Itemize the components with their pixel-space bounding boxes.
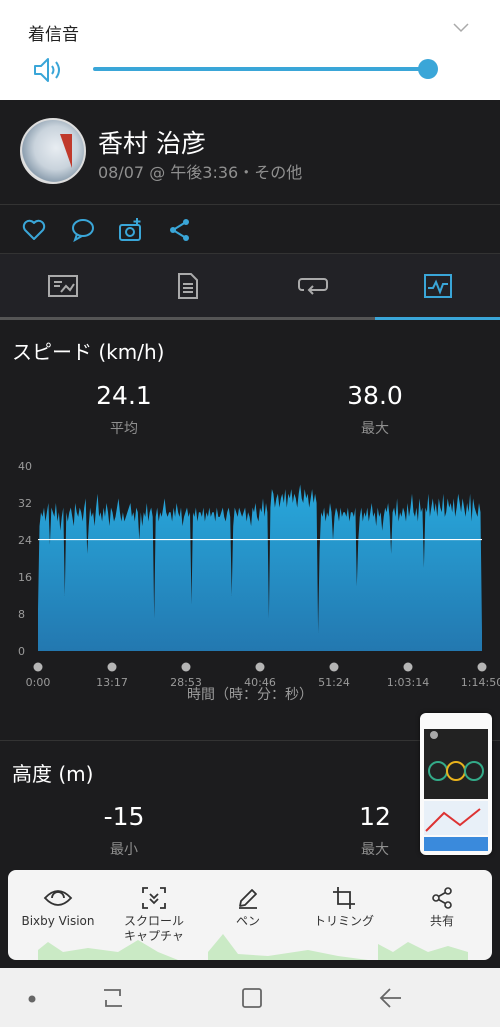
eye-icon — [43, 890, 73, 906]
pen-button[interactable]: ペン — [200, 870, 296, 960]
volume-panel — [0, 0, 500, 100]
add-photo-icon[interactable] — [118, 217, 144, 243]
trim-button[interactable]: トリミング — [296, 870, 392, 960]
speaker-icon[interactable] — [32, 55, 64, 85]
share-icon — [432, 887, 452, 909]
x-tick-marker — [33, 662, 43, 672]
pen-icon — [239, 889, 257, 909]
bixby-vision-label: Bixby Vision — [21, 914, 95, 928]
altitude-max-label: 最大 — [361, 842, 389, 858]
share-label: 共有 — [429, 914, 454, 928]
pen-label: ペン — [235, 914, 260, 928]
y-tick-label: 16 — [18, 571, 32, 584]
speed-max-value: 38.0 — [347, 381, 403, 410]
tab-charts[interactable] — [375, 254, 500, 318]
screenshot-preview[interactable] — [420, 713, 492, 855]
speed-avg-value: 24.1 — [96, 381, 152, 410]
speed-avg-label: 平均 — [110, 421, 138, 437]
share-button[interactable]: 共有 — [392, 870, 492, 960]
volume-slider-thumb[interactable] — [418, 59, 438, 79]
avatar[interactable] — [20, 118, 86, 184]
x-tick-marker — [477, 662, 487, 672]
laps-icon — [297, 278, 328, 295]
altitude-title: 高度 (m) — [12, 762, 94, 786]
user-name[interactable]: 香村 治彦 — [98, 124, 206, 160]
speed-area — [38, 484, 482, 651]
speed-title: スピード (km/h) — [12, 340, 165, 364]
tab-laps[interactable] — [250, 254, 375, 318]
y-tick-label: 40 — [18, 460, 32, 473]
y-tick-label: 8 — [18, 608, 25, 621]
crop-icon — [333, 887, 355, 909]
speed-max-label: 最大 — [361, 421, 389, 437]
capture-toolbar: Bixby Vision スクロール キャプチャ ペン トリミング 共有 — [8, 870, 492, 960]
scroll-capture-icon — [142, 887, 166, 909]
activity-meta: 08/07 @ 午後3:36・その他 — [98, 163, 303, 182]
home-icon[interactable] — [240, 986, 264, 1010]
altitude-min-label: 最小 — [110, 842, 138, 858]
y-tick-label: 24 — [18, 534, 32, 547]
chevron-down-icon[interactable] — [452, 22, 470, 34]
recent-apps-icon[interactable] — [100, 986, 126, 1010]
x-axis-title: 時間（時：分：秒） — [187, 687, 313, 703]
chart-icon — [423, 274, 452, 298]
dot-icon — [28, 995, 36, 1003]
altitude-max-value: 12 — [359, 802, 391, 831]
tab-overview[interactable] — [0, 254, 125, 318]
altitude-min-value: -15 — [103, 802, 145, 831]
speed-chart: 0816243240 0:00 13:17 28:53 40:46 51:24 1:03:… — [18, 460, 500, 689]
y-tick-label: 0 — [18, 645, 25, 658]
bixby-vision-button[interactable]: Bixby Vision — [8, 870, 108, 960]
share-icon[interactable] — [167, 217, 193, 243]
x-tick-marker — [403, 662, 413, 672]
scroll-capture-button[interactable]: スクロール キャプチャ — [108, 870, 200, 960]
document-icon — [177, 273, 198, 299]
tab-selected-indicator — [375, 317, 500, 320]
comment-icon[interactable] — [70, 217, 96, 243]
x-tick-marker — [255, 662, 265, 672]
preview-thumbnail — [424, 729, 488, 851]
volume-slider-track[interactable] — [93, 67, 429, 71]
map-stats-icon — [47, 275, 78, 297]
x-tick-marker — [181, 662, 191, 672]
x-tick-marker — [107, 662, 117, 672]
like-icon[interactable] — [21, 217, 47, 243]
scroll-capture-label: スクロール キャプチャ — [123, 914, 184, 943]
y-tick-label: 32 — [18, 497, 32, 510]
x-tick-marker — [329, 662, 339, 672]
back-icon[interactable] — [378, 986, 404, 1010]
volume-title: 着信音 — [28, 25, 79, 45]
tab-details[interactable] — [125, 254, 250, 318]
trim-label: トリミング — [313, 914, 374, 928]
